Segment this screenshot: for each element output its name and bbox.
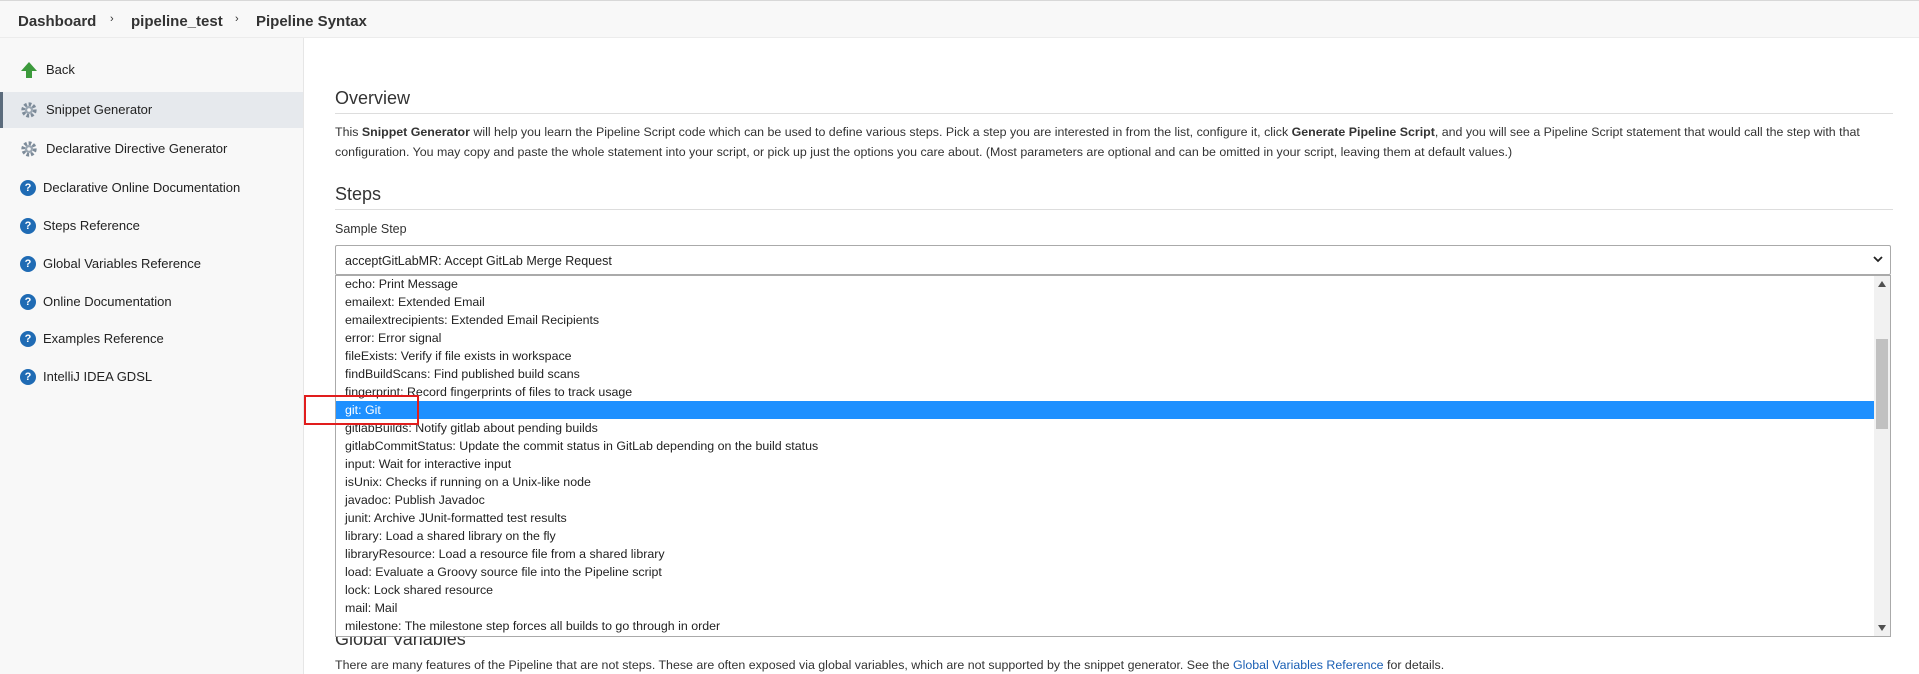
dropdown-scrollbar[interactable] (1874, 276, 1890, 636)
breadcrumb-bar: Dashboard › pipeline_test › Pipeline Syn… (0, 0, 1919, 38)
dropdown-option[interactable]: fingerprint: Record fingerprints of file… (336, 383, 1875, 401)
help-icon: ? (20, 180, 36, 196)
sidebar-item-label: Steps Reference (43, 218, 140, 233)
sample-step-select[interactable]: acceptGitLabMR: Accept GitLab Merge Requ… (335, 245, 1891, 275)
overview-bold-generate-pipeline-script: Generate Pipeline Script (1291, 125, 1435, 139)
help-icon: ? (20, 369, 36, 385)
sidebar-item-snippet-generator[interactable]: Snippet Generator (0, 92, 303, 128)
overview-text: will help you learn the Pipeline Script … (469, 125, 1292, 139)
sample-step-selected-value: acceptGitLabMR: Accept GitLab Merge Requ… (345, 254, 612, 268)
dropdown-option[interactable]: libraryResource: Load a resource file fr… (336, 545, 1875, 563)
sidebar-item-label: Declarative Online Documentation (43, 180, 241, 195)
global-variables-description: There are many features of the Pipeline … (335, 658, 1444, 672)
help-icon: ? (20, 294, 36, 310)
dropdown-option[interactable]: mail: Mail (336, 599, 1875, 617)
overview-description-line2: configuration. You may copy and paste th… (335, 145, 1513, 159)
dropdown-option-highlighted[interactable]: git: Git (336, 401, 1875, 419)
sidebar-item-label: Back (46, 62, 75, 77)
overview-description: This Snippet Generator will help you lea… (335, 122, 1895, 142)
sidebar-item-label: Global Variables Reference (43, 256, 202, 271)
sidebar-item-label: Snippet Generator (46, 102, 153, 117)
dropdown-option[interactable]: emailextrecipients: Extended Email Recip… (336, 311, 1875, 329)
sidebar-item-declarative-online-documentation[interactable]: ? Declarative Online Documentation (0, 170, 303, 206)
chevron-down-icon (1873, 256, 1883, 263)
gear-icon (21, 102, 37, 118)
sidebar-item-label: Examples Reference (43, 331, 164, 346)
chevron-right-icon: › (235, 13, 239, 25)
dropdown-option[interactable]: echo: Print Message (336, 276, 1875, 293)
dropdown-option[interactable]: milestone: The milestone step forces all… (336, 617, 1875, 635)
global-variables-reference-link[interactable]: Global Variables Reference (1233, 658, 1384, 672)
gear-icon (21, 141, 37, 157)
back-arrow-icon (21, 62, 37, 78)
dropdown-option[interactable]: findBuildScans: Find published build sca… (336, 365, 1875, 383)
breadcrumb-pipeline-test[interactable]: pipeline_test (131, 13, 223, 30)
dropdown-option[interactable]: lock: Lock shared resource (336, 581, 1875, 599)
help-icon: ? (20, 218, 36, 234)
breadcrumb-dashboard[interactable]: Dashboard (18, 13, 96, 30)
sidebar-item-label: Declarative Directive Generator (46, 141, 228, 156)
chevron-right-icon: › (110, 13, 114, 25)
dropdown-option[interactable]: library: Load a shared library on the fl… (336, 527, 1875, 545)
steps-heading: Steps (335, 184, 382, 204)
overview-text: This (335, 125, 362, 139)
overview-bold-snippet-generator: Snippet Generator (361, 125, 470, 139)
sidebar-item-back[interactable]: Back (0, 52, 303, 88)
dropdown-option[interactable]: load: Evaluate a Groovy source file into… (336, 563, 1875, 581)
divider (335, 113, 1893, 114)
sidebar-item-global-variables-reference[interactable]: ? Global Variables Reference (0, 246, 303, 282)
scroll-down-arrow-icon[interactable] (1878, 624, 1886, 632)
sidebar-item-intellij-idea-gdsl[interactable]: ? IntelliJ IDEA GDSL (0, 359, 303, 395)
sidebar-item-declarative-directive-generator[interactable]: Declarative Directive Generator (0, 131, 303, 167)
dropdown-option[interactable]: emailext: Extended Email (336, 293, 1875, 311)
sidebar-item-online-documentation[interactable]: ? Online Documentation (0, 284, 303, 320)
dropdown-option[interactable]: junit: Archive JUnit-formatted test resu… (336, 509, 1875, 527)
sidebar-item-examples-reference[interactable]: ? Examples Reference (0, 321, 303, 357)
global-variables-text: for details. (1383, 658, 1445, 672)
divider (335, 209, 1893, 210)
dropdown-option[interactable]: error: Error signal (336, 329, 1875, 347)
scroll-up-arrow-icon[interactable] (1878, 280, 1886, 288)
dropdown-option[interactable]: gitlabCommitStatus: Update the commit st… (336, 437, 1875, 455)
sidebar-item-steps-reference[interactable]: ? Steps Reference (0, 208, 303, 244)
sidebar-item-label: Online Documentation (43, 294, 172, 309)
sidebar-item-label: IntelliJ IDEA GDSL (43, 369, 153, 384)
scrollbar-thumb[interactable] (1876, 339, 1888, 429)
annotation-highlight-box (304, 395, 419, 425)
help-icon: ? (20, 331, 36, 347)
overview-text: , and you will see a Pipeline Script sta… (1434, 125, 1860, 139)
sidebar: Back Snippet Generator Declarative Direc… (0, 38, 304, 674)
dropdown-option[interactable]: fileExists: Verify if file exists in wor… (336, 347, 1875, 365)
dropdown-option[interactable]: input: Wait for interactive input (336, 455, 1875, 473)
global-variables-text: There are many features of the Pipeline … (335, 658, 1233, 672)
sample-step-dropdown-list[interactable]: echo: Print Message emailext: Extended E… (335, 275, 1891, 637)
sample-step-label: Sample Step (335, 222, 407, 236)
dropdown-option[interactable]: isUnix: Checks if running on a Unix-like… (336, 473, 1875, 491)
breadcrumb-pipeline-syntax[interactable]: Pipeline Syntax (256, 13, 367, 30)
dropdown-option[interactable]: gitlabBuilds: Notify gitlab about pendin… (336, 419, 1875, 437)
dropdown-option[interactable]: javadoc: Publish Javadoc (336, 491, 1875, 509)
help-icon: ? (20, 256, 36, 272)
overview-heading: Overview (335, 88, 411, 108)
